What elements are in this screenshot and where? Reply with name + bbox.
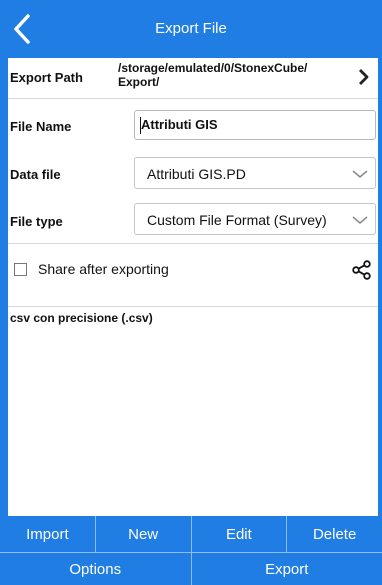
- chevron-down-icon: [352, 170, 368, 178]
- action-bar-primary: Import New Edit Delete: [0, 516, 382, 553]
- file-type-selected: Custom File Format (Survey): [147, 212, 327, 228]
- data-file-row: Data file Attributi GIS.PD: [8, 151, 378, 198]
- options-button[interactable]: Options: [0, 553, 192, 585]
- format-list-item[interactable]: csv con precisione (.csv): [10, 311, 153, 325]
- file-name-input[interactable]: Attributi GIS: [134, 110, 376, 140]
- export-button[interactable]: Export: [192, 553, 382, 585]
- delete-button[interactable]: Delete: [287, 516, 382, 552]
- data-file-selected: Attributi GIS.PD: [147, 166, 246, 182]
- action-bar-secondary: Options Export: [0, 553, 382, 585]
- chevron-right-icon[interactable]: [358, 68, 370, 86]
- file-name-value: Attributi GIS: [141, 117, 218, 132]
- data-file-label: Data file: [10, 167, 61, 182]
- share-row: Share after exporting: [8, 244, 378, 297]
- import-button[interactable]: Import: [0, 516, 96, 552]
- chevron-down-icon: [352, 216, 368, 224]
- export-path-value: /storage/emulated/0/StonexCube/Export/: [118, 61, 350, 89]
- data-file-select[interactable]: Attributi GIS.PD: [134, 157, 376, 189]
- export-path-text: /storage/emulated/0/StonexCube/Export/: [118, 61, 308, 89]
- text-caret: [140, 117, 141, 134]
- share-label: Share after exporting: [38, 261, 169, 277]
- format-list: csv con precisione (.csv): [8, 308, 378, 516]
- file-type-label: File type: [10, 214, 63, 229]
- file-name-row: File Name Attributi GIS: [8, 99, 378, 152]
- top-bar: Export File: [0, 0, 382, 58]
- export-path-row[interactable]: Export Path /storage/emulated/0/StonexCu…: [8, 58, 378, 99]
- page-title: Export File: [155, 20, 227, 37]
- file-type-row: File type Custom File Format (Survey): [8, 197, 378, 244]
- file-type-select[interactable]: Custom File Format (Survey): [134, 203, 376, 235]
- export-path-label: Export Path: [10, 70, 83, 85]
- new-button[interactable]: New: [96, 516, 192, 552]
- section-divider: [8, 296, 378, 307]
- share-icon[interactable]: [352, 260, 372, 280]
- file-name-label: File Name: [10, 119, 72, 134]
- edit-button[interactable]: Edit: [192, 516, 288, 552]
- share-checkbox[interactable]: [14, 263, 27, 276]
